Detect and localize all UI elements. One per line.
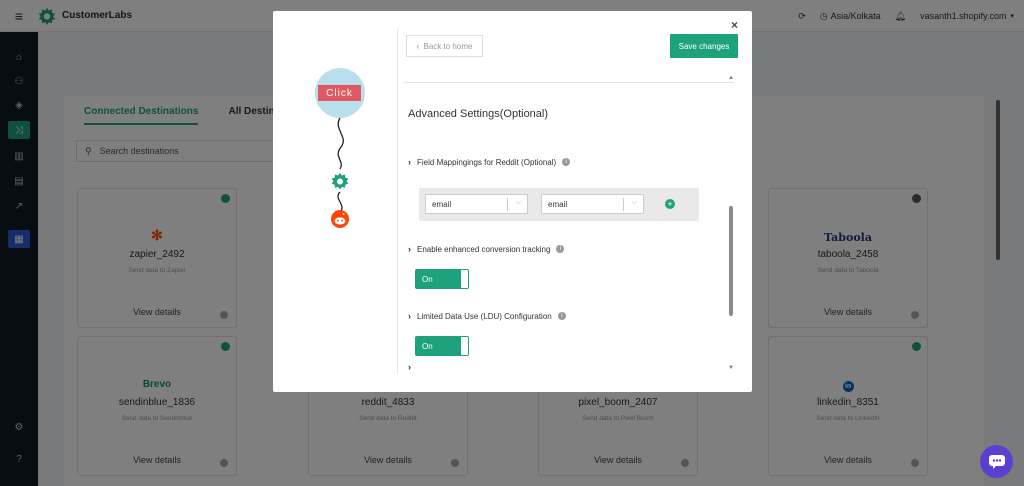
field-mapping-row: email ⌵ email ⌵ + — [419, 188, 699, 221]
enhanced-conversion-section-header[interactable]: › Enable enhanced conversion tracking i — [408, 244, 565, 254]
chevron-right-icon: › — [408, 311, 411, 321]
toggle-knob — [461, 270, 468, 288]
target-field-value: email — [548, 199, 568, 209]
source-field-select[interactable]: email ⌵ — [425, 194, 528, 214]
chevron-left-icon: ‹ — [416, 41, 420, 51]
enhanced-conversion-label: Enable enhanced conversion tracking — [417, 244, 551, 254]
ldu-toggle[interactable]: On — [415, 336, 469, 356]
destination-settings-modal: × Click ‹ Back to home Save changes ▲ ▼ … — [273, 11, 752, 392]
click-label: Click — [318, 85, 361, 101]
collapsed-section-header[interactable]: › — [408, 362, 411, 372]
toggle-state: On — [422, 274, 433, 284]
flow-illustration: Click — [273, 11, 397, 392]
scroll-down-arrow-icon[interactable]: ▼ — [728, 365, 734, 371]
back-label: Back to home — [423, 41, 473, 51]
field-mapping-section-header[interactable]: › Field Mappingings for Reddit (Optional… — [408, 157, 571, 167]
chevron-right-icon: › — [408, 244, 411, 254]
chevron-right-icon: › — [408, 157, 411, 167]
info-icon[interactable]: i — [556, 245, 565, 253]
ldu-label: Limited Data Use (LDU) Configuration — [417, 311, 552, 321]
close-icon[interactable]: × — [731, 18, 738, 32]
info-icon[interactable]: i — [557, 312, 566, 320]
enhanced-conversion-toggle[interactable]: On — [415, 269, 469, 289]
field-mapping-label: Field Mappingings for Reddit (Optional) — [417, 157, 557, 167]
chat-widget-button[interactable] — [980, 445, 1013, 478]
add-mapping-plus-icon[interactable]: + — [665, 199, 675, 209]
chevron-down-icon: ⌵ — [515, 199, 521, 206]
modal-scrollbar[interactable] — [729, 206, 733, 316]
target-field-select[interactable]: email ⌵ — [541, 194, 644, 214]
toggle-knob — [461, 337, 468, 355]
ldu-section-header[interactable]: › Limited Data Use (LDU) Configuration i — [408, 311, 566, 321]
chevron-right-icon: › — [408, 362, 411, 372]
chevron-down-icon: ⌵ — [631, 199, 637, 206]
source-field-value: email — [432, 199, 452, 209]
advanced-settings-title: Advanced Settings(Optional) — [408, 108, 549, 120]
scroll-up-arrow-icon[interactable]: ▲ — [728, 75, 734, 81]
section-divider — [404, 82, 734, 83]
save-changes-button[interactable]: Save changes — [670, 34, 738, 58]
info-icon[interactable]: i — [562, 158, 571, 166]
back-to-home-button[interactable]: ‹ Back to home — [406, 35, 483, 57]
divider — [397, 29, 398, 374]
flow-diagram-icon — [315, 68, 365, 228]
chat-icon — [988, 454, 1005, 469]
toggle-state: On — [422, 341, 433, 351]
